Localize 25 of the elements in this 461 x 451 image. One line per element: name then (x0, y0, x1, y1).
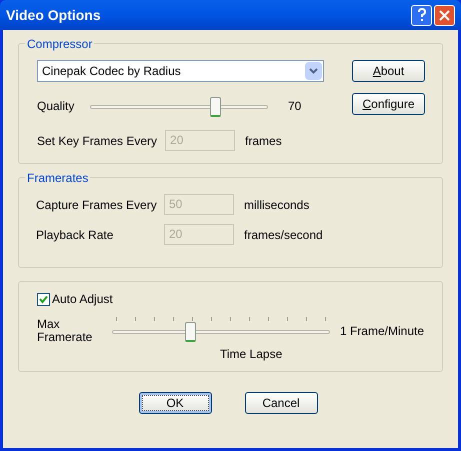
slider-thumb[interactable] (185, 322, 196, 342)
close-button[interactable] (434, 4, 455, 26)
quality-value: 70 (288, 98, 302, 115)
help-button[interactable] (411, 4, 432, 26)
dialog-button[interactable]: Cancel (244, 392, 318, 414)
close-icon (439, 10, 450, 20)
window-title: Video Options (6, 6, 101, 25)
configure-button[interactable]: Configure (352, 93, 425, 115)
dialog-button[interactable]: OK (138, 392, 212, 414)
question-mark-icon (416, 8, 426, 22)
key-frames-label: Set Key Frames Every (37, 132, 158, 150)
slider-thumb[interactable] (210, 97, 221, 117)
max-framerate-label: Max Framerate (37, 318, 94, 344)
time-lapse-label: Time Lapse (220, 346, 282, 363)
end-label: 1 Frame/Minute (340, 323, 424, 340)
auto-adjust-checkbox[interactable] (37, 292, 50, 306)
frames-unit: frames (245, 132, 282, 150)
quality-label: Quality (37, 98, 76, 115)
auto-adjust-label: Auto Adjust (52, 291, 113, 308)
unit-label: milliseconds (244, 196, 310, 214)
field-label: Playback Rate (36, 226, 114, 244)
codec-dropdown[interactable]: Cinepak Codec by Radius (37, 60, 324, 82)
unit-label: frames/second (244, 226, 323, 244)
about-button[interactable]: About (352, 60, 425, 82)
field-label: Capture Frames Every (36, 196, 158, 214)
